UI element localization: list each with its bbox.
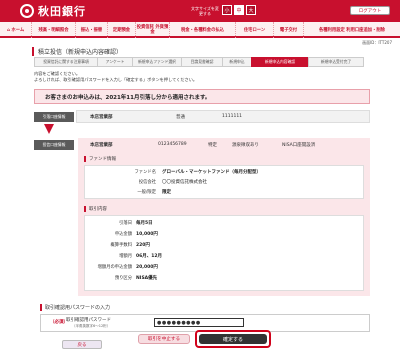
trade-heading: 取引内容 [84, 206, 154, 212]
instruction-line: よろしければ、取引確認用パスワードを入力し「確定する」ボタンを押してください。 [34, 77, 198, 82]
bank-logo[interactable]: 秋田銀行 [20, 3, 100, 19]
fund-key: ファンド名 [134, 170, 156, 175]
confirm-button-highlight: 確定する [195, 330, 271, 348]
withdraw-branch: 本店営業部 [90, 115, 113, 120]
nav-time-deposit[interactable]: 定期預金 [108, 22, 136, 38]
confirm-button[interactable]: 確定する [199, 334, 267, 344]
invest-branch: 本店営業部 [90, 143, 113, 148]
fund-value: グローバル・マーケットファンド（毎月分配型） [162, 170, 261, 175]
bank-name: 秋田銀行 [38, 5, 86, 18]
trade-key: 増額月の申込金額 [97, 265, 132, 270]
font-size-medium-button[interactable]: 中 [234, 5, 244, 15]
back-button[interactable]: 戻る [62, 340, 102, 349]
nav-tax-payment[interactable]: 税金・各種料金の払込 [170, 22, 236, 38]
font-size-large-button[interactable]: 大 [246, 5, 256, 15]
flow-arrow-icon [44, 124, 54, 134]
invest-kind: 特定 [208, 143, 217, 148]
withdraw-number: 1111111 [222, 114, 243, 119]
step-item-current: 新規申込内容確認 [251, 57, 309, 67]
trade-value: 10,000円 [136, 232, 158, 237]
progress-steps: 投資信託に関する注意事項 アンケート 新規申込ファンド選択 目論見書確認 新規申… [34, 57, 370, 67]
global-nav: ⌂ ホーム 残高・明細照会 振込・振替 定期預金 投資信託 外貨預金 税金・各種… [0, 22, 400, 38]
fund-value: 〇〇投資信託株式会社 [162, 180, 207, 185]
fund-key: 投信会社 [138, 180, 156, 185]
withdraw-account-label: 引落口座情報 [34, 112, 74, 122]
logout-button[interactable]: ログアウト [350, 6, 390, 15]
trade-key: 増額月 [119, 254, 132, 259]
nav-home-label: ホーム [11, 27, 25, 33]
password-section-title: 取引確認用パスワードの入力 [40, 304, 190, 311]
trade-key: 概算手数料 [110, 243, 132, 248]
step-item: 投資信託に関する注意事項 [34, 57, 98, 67]
trade-value: 220円 [136, 243, 150, 248]
withdraw-type: 普通 [176, 115, 185, 120]
step-item: 新規申込 [222, 57, 252, 67]
invest-nisa: NISA口座開設済 [282, 143, 316, 148]
nav-home[interactable]: ⌂ ホーム [0, 22, 32, 38]
trade-key: 引落日 [119, 221, 132, 226]
step-item: 目論見書確認 [181, 57, 223, 67]
fund-value: 限定 [162, 190, 171, 195]
font-size-label: 文字サイズを変更する [191, 6, 219, 16]
invest-account: 0123456789 [158, 142, 187, 147]
home-icon: ⌂ [6, 27, 10, 33]
nav-e-delivery[interactable]: 電子交付 [274, 22, 304, 38]
trade-value: 06月、12月 [136, 254, 163, 259]
step-item: アンケート [97, 57, 133, 67]
step-item: 新規申込受付完了 [308, 57, 364, 67]
password-input[interactable]: ●●●●●●●●● [154, 318, 244, 327]
trade-value: 20,000円 [136, 265, 158, 270]
nav-transfer[interactable]: 振込・振替 [76, 22, 108, 38]
password-hint: （半角英数字6〜12桁） [72, 324, 111, 328]
nav-mortgage[interactable]: 住宅ローン [236, 22, 274, 38]
nav-balance[interactable]: 残高・明細照会 [32, 22, 76, 38]
notice-banner: お客さまのお申込みは、2021年11月引落し分から適用されます。 [34, 89, 370, 104]
nav-settings[interactable]: 各種利用設定 利用口座追加・削除 [304, 22, 400, 38]
nav-investment[interactable]: 投資信託 外貨預金 [136, 22, 170, 38]
password-label: 取引確認用パスワード [66, 318, 111, 323]
bank-logo-icon [20, 4, 34, 18]
page-title: 積立投信（新規申込内容確認） [32, 47, 232, 56]
font-size-small-button[interactable]: 小 [222, 5, 232, 15]
trade-value: NISA優先 [136, 276, 158, 281]
fund-heading: ファンド情報 [84, 156, 154, 162]
step-item: 新規申込ファンド選択 [132, 57, 182, 67]
invest-tax: 源泉徴収あり [232, 143, 259, 148]
trade-value: 毎月5日 [136, 221, 153, 226]
screen-id: 画面ID：ITT207 [362, 40, 392, 45]
cancel-button[interactable]: 取引を中止する [138, 334, 190, 344]
trade-key: 申込金額 [114, 232, 132, 237]
fund-key: 一般/限定 [137, 190, 156, 195]
trade-key: 預り区分 [114, 276, 132, 281]
instructions: 内容をご確認ください。 よろしければ、取引確認用パスワードを入力し「確定する」ボ… [34, 71, 334, 83]
invest-account-label: 投信口座情報 [34, 140, 74, 150]
